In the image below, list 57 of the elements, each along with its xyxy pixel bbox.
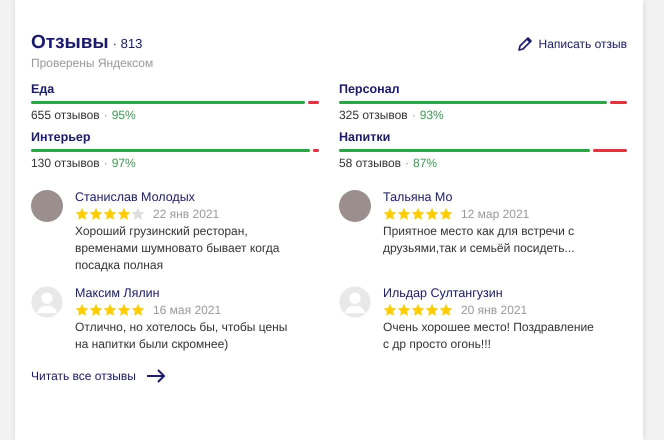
review-date: 16 мая 2021 xyxy=(153,303,222,317)
review-date: 12 мар 2021 xyxy=(461,207,530,221)
separator-dot: · xyxy=(104,156,108,170)
review-text: Очень хорошее место! Поздравление с др просто огонь!!! xyxy=(383,319,595,353)
star-icon xyxy=(383,303,397,317)
star-icon xyxy=(383,207,397,221)
category-name: Напитки xyxy=(339,130,392,144)
star-icon xyxy=(117,207,131,221)
star-icon xyxy=(103,303,117,317)
separator-dot: · xyxy=(104,108,108,122)
star-icon xyxy=(397,303,411,317)
star-icon xyxy=(397,207,411,221)
star-icon xyxy=(75,207,89,221)
arrow-right-icon xyxy=(146,369,166,383)
star-icon xyxy=(411,303,425,317)
review-date: 20 янв 2021 xyxy=(461,303,528,317)
category-review-count: 130 отзывов xyxy=(31,156,100,170)
separator-dot: · xyxy=(405,156,410,170)
star-icon xyxy=(131,207,145,221)
category-name: Еда xyxy=(31,82,56,96)
review-author[interactable]: Ильдар Султангузин xyxy=(383,286,601,300)
review-text: Отлично, но хотелось бы, чтобы цены на напитки были скромнее) xyxy=(75,319,288,353)
star-icon xyxy=(103,207,117,221)
category-percent: 97% xyxy=(112,156,136,170)
pencil-icon xyxy=(516,36,533,52)
avatar-photo-placeholder[interactable] xyxy=(339,190,371,222)
category-review-count: 325 отзывов xyxy=(339,108,408,122)
write-review-button[interactable]: Написать отзыв xyxy=(516,32,627,56)
read-all-reviews-link[interactable]: Читать все отзывы xyxy=(31,369,166,383)
review-author[interactable]: Максим Лялин xyxy=(75,286,293,300)
review-author[interactable]: Станислав Молодых xyxy=(75,190,293,204)
star-icon xyxy=(425,207,439,221)
review-date: 22 янв 2021 xyxy=(153,207,220,221)
star-icon xyxy=(425,303,439,317)
category-name: Интерьер xyxy=(31,130,92,144)
section-title: Отзывы xyxy=(31,32,109,53)
star-icon xyxy=(439,303,453,317)
star-icon xyxy=(89,207,103,221)
star-icon xyxy=(75,303,89,317)
category-review-count: 655 отзывов xyxy=(31,108,100,122)
star-icon xyxy=(117,303,131,317)
review-count: · 813 xyxy=(112,36,142,51)
star-icon xyxy=(89,303,103,317)
separator-dot: · xyxy=(412,108,416,122)
category-percent: 93% xyxy=(420,108,444,122)
review-text: Хороший грузинский ресторан, временами шумновато бывает когда посадка полная xyxy=(75,223,280,274)
star-icon xyxy=(439,207,453,221)
review-author[interactable]: Тальяна Мо xyxy=(383,190,601,204)
review-text: Приятное место как для встречи с друзьями,так и семьёй посидеть... xyxy=(383,223,576,257)
category-name: Персонал xyxy=(339,82,401,96)
star-icon xyxy=(411,207,425,221)
category-percent: 95% xyxy=(112,108,136,122)
category-percent: 87% xyxy=(413,156,438,170)
category-review-count: 58 отзывов xyxy=(339,156,402,170)
star-icon xyxy=(131,303,145,317)
avatar-photo-placeholder[interactable] xyxy=(31,190,63,222)
verified-note: Проверены Яндексом xyxy=(31,56,154,70)
